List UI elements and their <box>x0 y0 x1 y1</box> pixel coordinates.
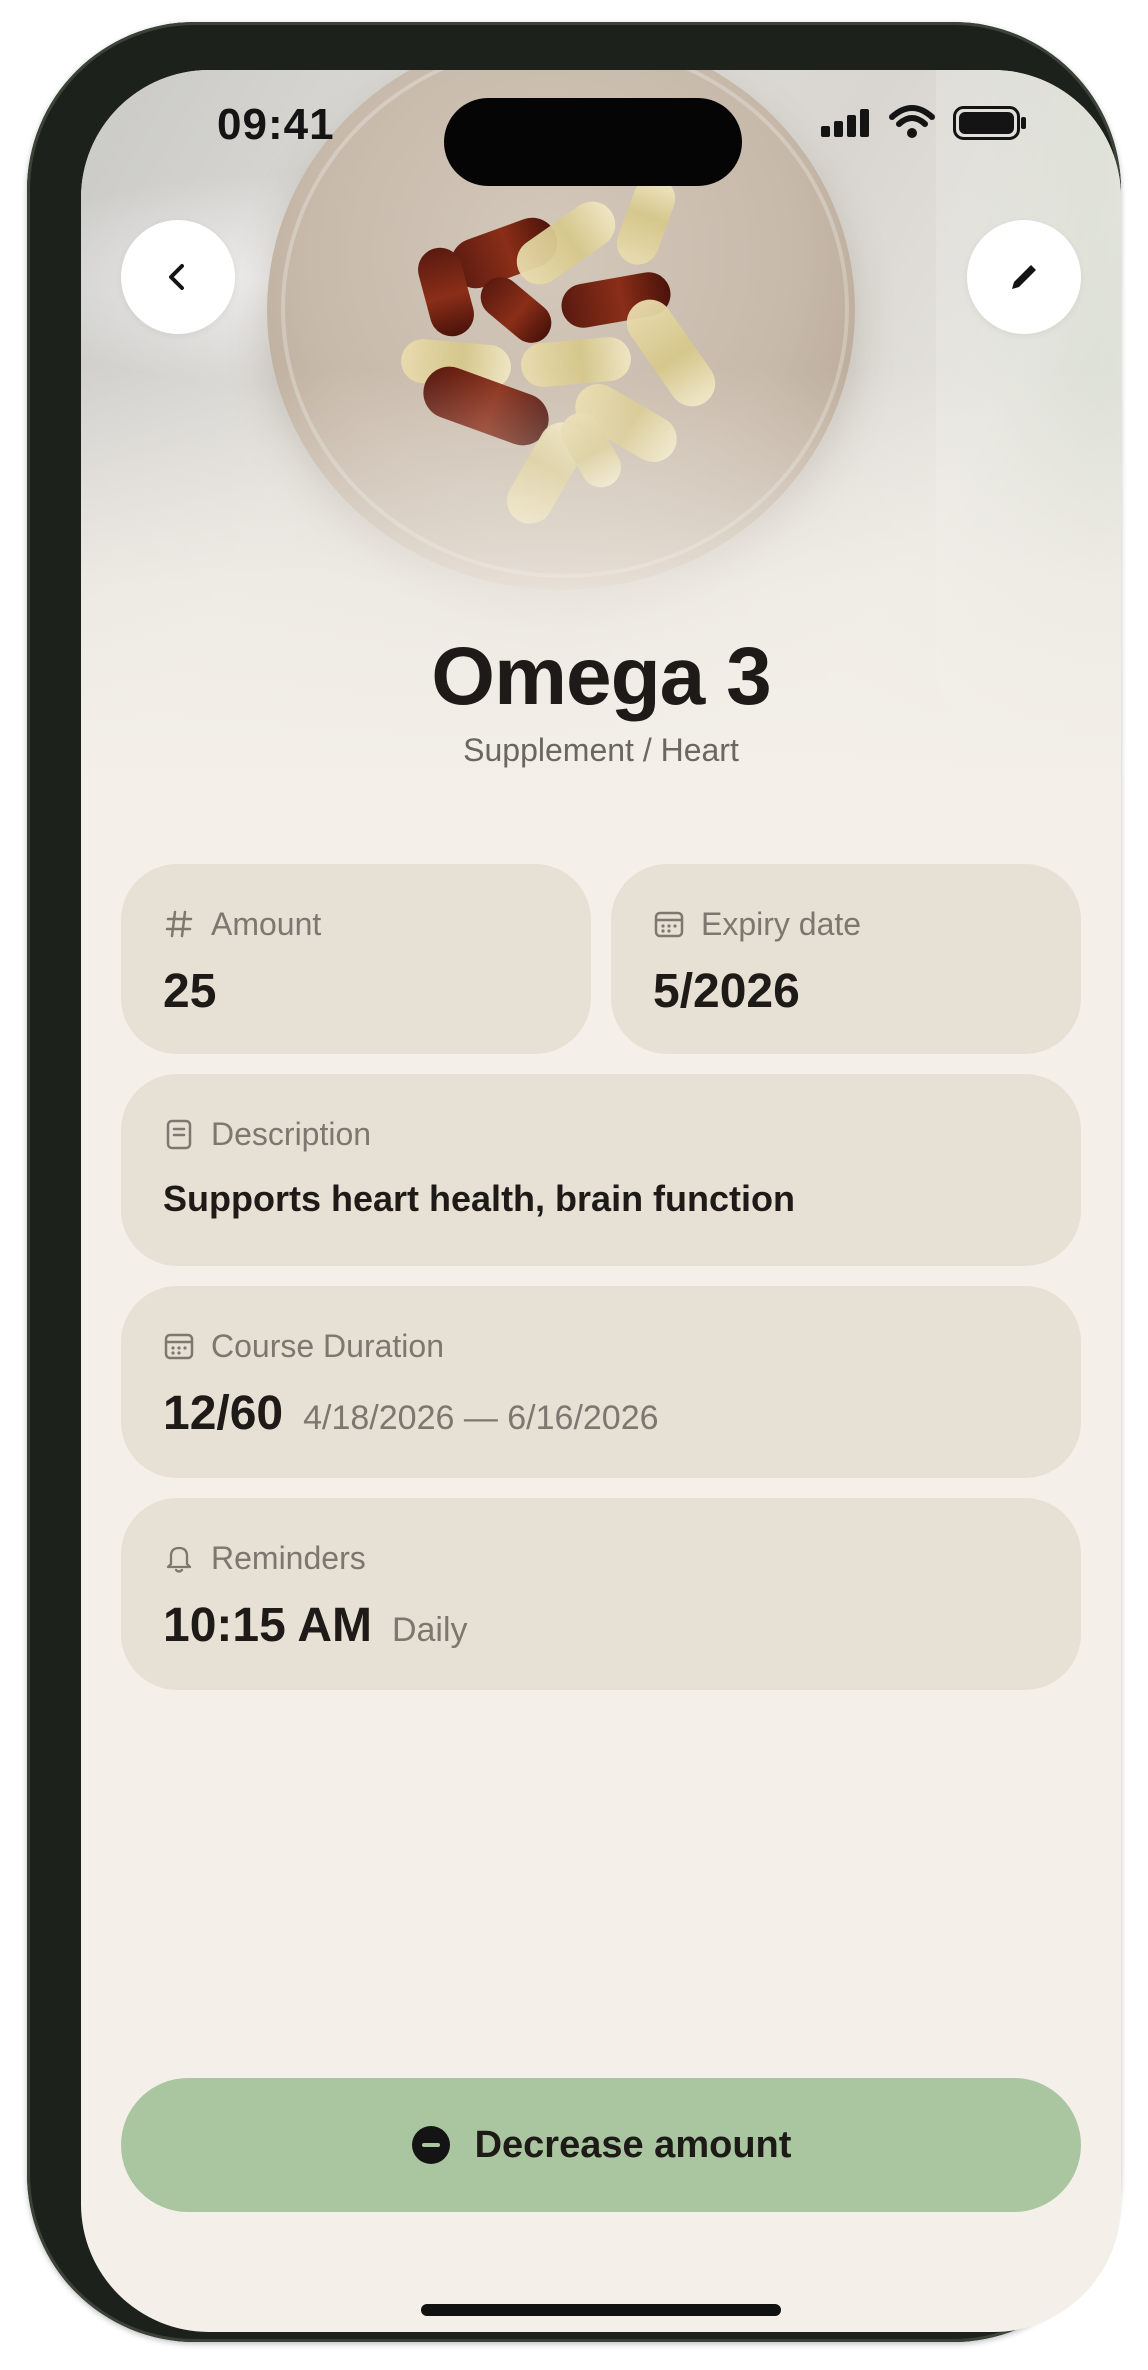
pencil-icon <box>1012 265 1036 289</box>
reminder-time: 10:15 AM <box>163 1599 372 1652</box>
description-value: Supports heart health, brain function <box>163 1178 796 1219</box>
expiry-card[interactable]: Expiry date 5/2026 <box>611 864 1081 1054</box>
cellular-signal-icon <box>821 109 869 137</box>
amount-value: 25 <box>163 965 217 1018</box>
edit-button[interactable] <box>967 220 1081 334</box>
page-title: Omega 3 <box>431 631 771 722</box>
course-date-range: 4/18/2026 — 6/16/2026 <box>303 1399 659 1437</box>
description-label: Description <box>211 1116 372 1152</box>
back-button[interactable] <box>121 220 235 334</box>
minus-circle-icon <box>411 2126 450 2164</box>
hero-fade <box>81 370 1121 850</box>
dynamic-island <box>444 98 742 186</box>
course-progress: 12/60 <box>163 1387 284 1440</box>
reminders-value: 10:15 AM Daily <box>163 1598 468 1653</box>
screen: 09:41 Omega 3 Supplement / Heart Amount … <box>81 70 1121 2332</box>
document-icon <box>166 1119 192 1150</box>
expiry-label: Expiry date <box>701 906 862 942</box>
description-card[interactable]: Description Supports heart health, brain… <box>121 1074 1081 1266</box>
battery-icon <box>953 106 1026 140</box>
phone-frame: 09:41 Omega 3 Supplement / Heart Amount … <box>27 22 1121 2342</box>
home-indicator[interactable] <box>421 2304 781 2316</box>
reminders-card[interactable]: Reminders 10:15 AM Daily <box>121 1498 1081 1690</box>
course-duration-card[interactable]: Course Duration 12/60 4/18/2026 — 6/16/20… <box>121 1286 1081 1478</box>
calendar-icon <box>164 1333 194 1360</box>
reminders-label: Reminders <box>211 1540 366 1576</box>
wifi-icon <box>889 105 935 138</box>
hash-icon <box>165 910 193 938</box>
decrease-amount-button[interactable]: Decrease amount <box>121 2078 1081 2212</box>
bell-icon <box>166 1546 192 1573</box>
chevron-left-icon <box>169 264 184 290</box>
calendar-icon <box>654 911 684 938</box>
status-time: 09:41 <box>217 100 335 149</box>
reminder-frequency: Daily <box>391 1611 468 1649</box>
course-duration-label: Course Duration <box>211 1328 444 1364</box>
course-duration-value: 12/60 4/18/2026 — 6/16/2026 <box>163 1386 659 1441</box>
amount-label: Amount <box>211 906 322 942</box>
page-subtitle: Supplement / Heart <box>463 732 739 768</box>
amount-card[interactable]: Amount 25 <box>121 864 591 1054</box>
expiry-value: 5/2026 <box>653 965 800 1018</box>
decrease-amount-label: Decrease amount <box>474 2123 792 2166</box>
